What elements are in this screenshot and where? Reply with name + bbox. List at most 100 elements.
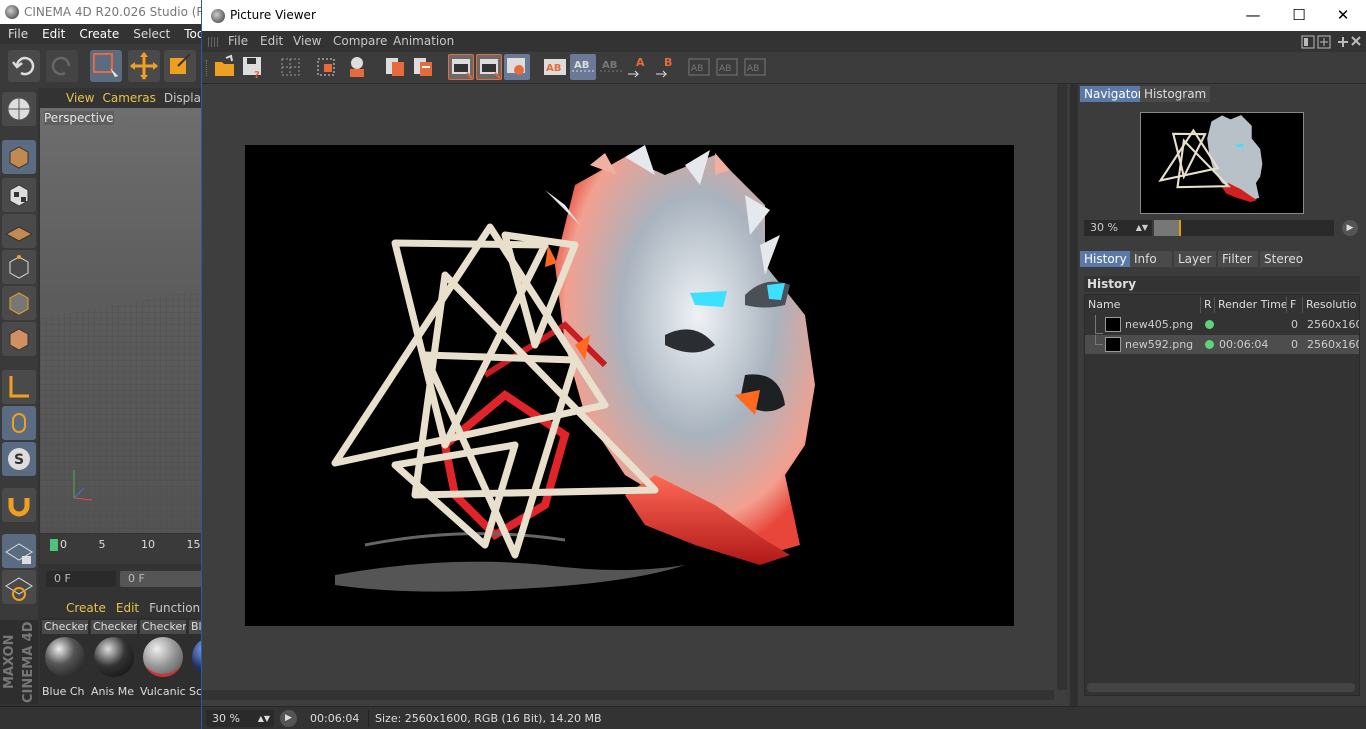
c4d-menu-edit[interactable]: Edit (42, 27, 65, 41)
scale-tool-button[interactable] (164, 50, 196, 82)
workplane-mode-button[interactable] (2, 570, 36, 604)
minimize-button[interactable]: — (1230, 0, 1276, 31)
column-header-name[interactable]: Name (1085, 297, 1201, 313)
stop-render-button[interactable] (382, 54, 408, 80)
zoom-slider-handle[interactable] (1179, 220, 1182, 236)
tab-layer[interactable]: Layer (1174, 251, 1216, 267)
menu-animation[interactable]: Animation (393, 31, 454, 52)
c4d-status-bar (0, 706, 202, 729)
column-header-frame[interactable]: F (1287, 297, 1303, 313)
set-as-b-button[interactable]: B (654, 54, 680, 80)
globe-tool-button[interactable] (2, 92, 36, 126)
tab-stereo[interactable]: Stereo (1260, 251, 1303, 267)
panel-divider[interactable] (1070, 84, 1078, 706)
render-region-button[interactable] (314, 54, 340, 80)
stereo-icon: AB (716, 58, 738, 76)
svg-text:AB: AB (602, 60, 617, 71)
navigator-zoom-field[interactable]: 30 % ▲▼ (1084, 220, 1152, 236)
snap-button[interactable]: S (2, 442, 36, 476)
close-button[interactable]: ✕ (1320, 0, 1366, 31)
start-frame-field[interactable]: 0 F (46, 571, 116, 587)
view-mode-1-button[interactable] (448, 54, 474, 80)
stereo-1-button[interactable]: AB (686, 54, 712, 80)
tweak-mode-button[interactable] (2, 406, 36, 440)
material-menu-edit[interactable]: Edit (116, 601, 139, 615)
tab-filter[interactable]: Filter (1218, 251, 1258, 267)
c4d-menu-file[interactable]: File (8, 27, 28, 41)
image-canvas[interactable] (202, 84, 1067, 706)
column-header-render-time[interactable]: Render Time (1215, 297, 1287, 313)
perspective-viewport[interactable] (40, 108, 202, 533)
status-play-button[interactable]: ▶ (280, 710, 297, 727)
navigator-thumbnail[interactable] (1140, 112, 1304, 214)
texture-mode-button[interactable] (2, 178, 36, 212)
zoom-field[interactable]: 30 % ▲▼ (206, 710, 274, 727)
axis-mode-button[interactable] (2, 370, 36, 404)
c4d-menu-create[interactable]: Create (79, 27, 119, 41)
save-button[interactable]: ? (240, 54, 266, 81)
compare-split-button[interactable]: AB (570, 54, 596, 80)
view-mode-3-button[interactable] (504, 54, 530, 80)
polygons-mode-button[interactable] (2, 322, 36, 356)
live-selection-button[interactable] (90, 50, 122, 82)
menu-grip-icon (208, 37, 220, 47)
model-mode-button[interactable] (2, 140, 36, 174)
compare-ab-button[interactable]: AB (542, 54, 568, 80)
viewport-menu-cameras[interactable]: Cameras (102, 91, 155, 105)
canvas-horizontal-scrollbar[interactable] (202, 690, 1054, 700)
layout-icons[interactable] (1300, 34, 1364, 50)
material-manager-menu: Create Edit Function (40, 598, 202, 618)
tab-history[interactable]: History (1080, 251, 1131, 267)
tree-line (1095, 315, 1103, 334)
history-horizontal-scrollbar[interactable] (1087, 683, 1355, 692)
current-frame-field[interactable]: 0 F (120, 571, 202, 587)
edges-mode-button[interactable] (2, 286, 36, 320)
region-render-button[interactable] (278, 54, 304, 80)
menu-file[interactable]: File (228, 31, 248, 52)
magnet-button[interactable] (2, 488, 36, 522)
column-header-resolution[interactable]: Resolutio (1303, 297, 1359, 313)
tab-info[interactable]: Info (1130, 251, 1172, 267)
material-swatch[interactable]: Checker Vulcanic (140, 620, 186, 698)
navigator-play-button[interactable]: ▶ (1342, 220, 1358, 236)
c4d-menu-select[interactable]: Select (133, 27, 170, 41)
menu-compare[interactable]: Compare (333, 31, 387, 52)
c4d-menu-bar: File Edit Create Select Tools (0, 24, 214, 44)
move-tool-button[interactable] (128, 50, 160, 82)
material-swatch[interactable]: Checker Blue Ch (42, 620, 88, 698)
picture-viewer-window: Picture Viewer — ☐ ✕ File Edit View Comp… (201, 0, 1366, 729)
redo-button[interactable] (46, 50, 78, 82)
canvas-vertical-scrollbar[interactable] (1057, 84, 1067, 690)
history-name: new405.png (1125, 318, 1194, 331)
maximize-button[interactable]: ☐ (1276, 0, 1322, 31)
tab-navigator[interactable]: Navigator (1080, 86, 1147, 102)
history-table: Name R Render Time F Resolutio new405.pn… (1084, 294, 1360, 696)
playhead-marker[interactable] (50, 539, 58, 551)
material-menu-function[interactable]: Function (149, 601, 200, 615)
workplane-button[interactable] (2, 214, 36, 248)
undo-button[interactable] (8, 50, 40, 82)
set-as-a-button[interactable]: A (626, 54, 652, 80)
points-mode-button[interactable] (2, 250, 36, 284)
workplane-lock-button[interactable] (2, 534, 36, 568)
menu-view[interactable]: View (293, 31, 321, 52)
material-layer-label: Checker (42, 620, 88, 634)
render-to-pv-button[interactable] (410, 54, 436, 80)
view-mode-2-button[interactable] (476, 54, 502, 80)
viewport-menu-view[interactable]: View (66, 91, 94, 105)
material-swatch[interactable]: Checker Anis Me (91, 620, 137, 698)
column-header-r[interactable]: R (1201, 297, 1215, 313)
stereo-2-button[interactable]: AB (714, 54, 740, 80)
compare-swap-button[interactable]: AB (598, 54, 624, 80)
render-camera-icon (350, 57, 364, 77)
menu-edit[interactable]: Edit (260, 31, 283, 52)
stereo-3-button[interactable]: AB (742, 54, 768, 80)
open-button[interactable] (212, 54, 238, 80)
navigator-zoom-slider[interactable] (1154, 220, 1334, 236)
history-row[interactable]: new405.png 0 2560x160 (1085, 315, 1359, 334)
material-menu-create[interactable]: Create (66, 601, 106, 615)
checker-cube-icon (9, 184, 29, 207)
tab-histogram[interactable]: Histogram (1140, 86, 1211, 102)
render-settings-button[interactable] (344, 54, 370, 80)
history-row[interactable]: new592.png 00:06:04 0 2560x160 (1085, 335, 1359, 354)
